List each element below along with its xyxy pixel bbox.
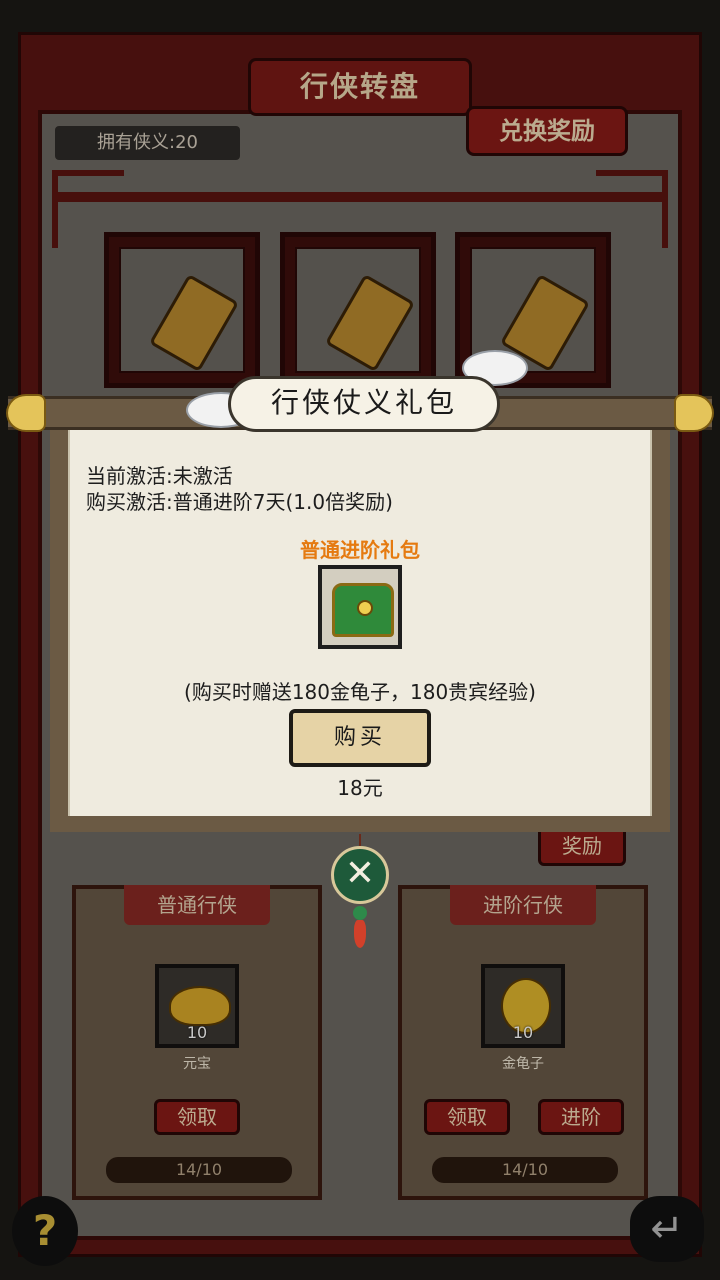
treasure-chest-icon: [332, 583, 394, 637]
pack-item-slot[interactable]: [318, 565, 402, 649]
modal-title: 行侠仗义礼包: [270, 386, 457, 419]
crossed-swords-icon: ✕: [344, 853, 376, 894]
chest-lock-icon: [357, 600, 373, 616]
close-button[interactable]: ✕: [331, 846, 389, 904]
jade-bead: [353, 906, 367, 920]
current-activation-text: 当前激活:未激活: [86, 464, 233, 488]
buy-activation-text: 购买激活:普通进阶7天(1.0倍奖励): [86, 490, 393, 514]
tassel: [354, 920, 366, 948]
bonus-description: (购买时赠送180金龟子，180贵宾经验): [184, 680, 536, 704]
buy-button[interactable]: 购买: [289, 709, 431, 767]
price-label: 18元: [337, 776, 383, 800]
pack-name: 普通进阶礼包: [300, 538, 420, 562]
scroll-rod-end-right: [674, 394, 714, 432]
scroll-rod-end-left: [6, 394, 46, 432]
